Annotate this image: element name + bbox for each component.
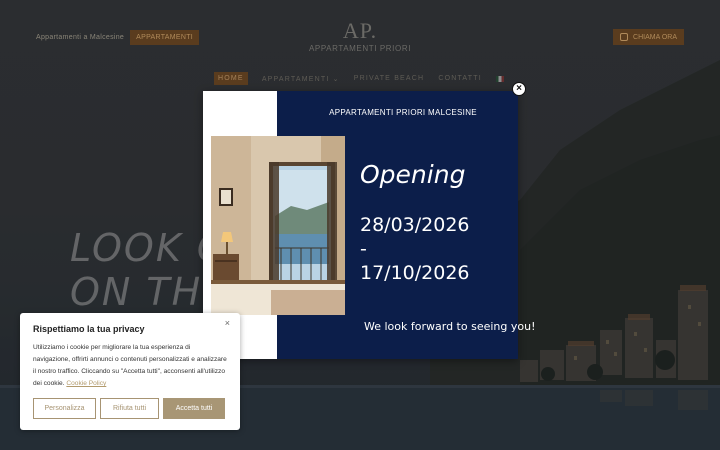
- apartments-malcesine-link[interactable]: Appartamenti a Malcesine: [36, 34, 124, 41]
- cookie-banner: × Rispettiamo la tua privacy Utilizziamo…: [20, 313, 240, 430]
- nav-item-private-beach[interactable]: PRIVATE BEACH: [354, 75, 425, 82]
- accept-all-button[interactable]: Accetta tutti: [163, 398, 225, 419]
- popup-heading: Opening: [360, 160, 466, 189]
- reject-all-button[interactable]: Rifiuta tutti: [100, 398, 159, 419]
- call-now-label: CHIAMA ORA: [633, 33, 677, 41]
- nav-item-home[interactable]: HOME: [214, 72, 248, 85]
- popup-date-start: 28/03/2026: [360, 214, 470, 236]
- logo-mark: AP.: [342, 18, 378, 43]
- call-now-button[interactable]: CHIAMA ORA: [613, 29, 684, 45]
- nav-item-apartments[interactable]: APPARTAMENTI ⌄: [262, 75, 340, 83]
- header-left: Appartamenti a Malcesine APPARTAMENTI: [36, 30, 200, 45]
- logo-subtitle: APPARTAMENTI PRIORI: [308, 44, 412, 53]
- apartment-photo: [211, 136, 345, 315]
- site-logo[interactable]: AP. APPARTAMENTI PRIORI: [300, 18, 420, 54]
- cookie-description: Utilizziamo i cookie per migliorare la t…: [33, 344, 227, 387]
- cookie-buttons: Personalizza Rifiuta tutti Accetta tutti: [33, 398, 225, 419]
- popup-footer-text: We look forward to seeing you!: [364, 320, 536, 333]
- phone-icon: [620, 33, 629, 41]
- popup-date-separator: -: [360, 238, 367, 260]
- popup-brand: APPARTAMENTI PRIORI MALCESINE: [329, 108, 477, 117]
- main-nav: HOME APPARTAMENTI ⌄ PRIVATE BEACH CONTAT…: [214, 72, 504, 85]
- cookie-title: Rispettiamo la tua privacy: [33, 324, 145, 334]
- customize-button[interactable]: Personalizza: [33, 398, 96, 419]
- apartments-button[interactable]: APPARTAMENTI: [130, 30, 200, 45]
- chevron-down-icon: ⌄: [332, 75, 340, 83]
- nav-item-apartments-label: APPARTAMENTI: [261, 75, 330, 83]
- cookie-policy-link[interactable]: Cookie Policy: [66, 380, 106, 387]
- close-glyph: ×: [516, 83, 522, 94]
- cookie-text: Utilizziamo i cookie per migliorare la t…: [33, 342, 227, 390]
- cookie-close-icon[interactable]: ×: [225, 318, 230, 328]
- flag-it-icon[interactable]: [495, 75, 504, 82]
- nav-item-contacts[interactable]: CONTATTI: [438, 75, 482, 82]
- close-icon[interactable]: ×: [512, 82, 526, 96]
- popup-dates: 28/03/2026 - 17/10/2026: [360, 213, 470, 285]
- popup-date-end: 17/10/2026: [360, 262, 470, 284]
